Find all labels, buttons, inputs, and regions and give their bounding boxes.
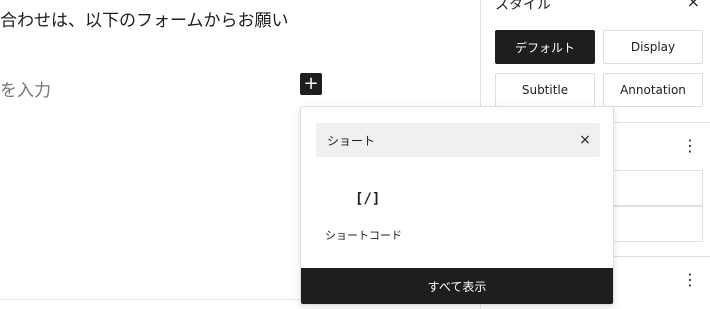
block-result-label: ショートコード	[325, 229, 402, 242]
block-search: ×	[316, 123, 600, 157]
shortcode-icon: [/]	[355, 191, 381, 207]
plus-icon: +	[303, 73, 319, 94]
block-inserter-popover: × [/] ショートコード すべて表示	[300, 106, 614, 305]
paragraph-block[interactable]: 合わせは、以下のフォームからお願い	[0, 6, 289, 31]
block-inserter-button[interactable]: +	[300, 73, 322, 95]
more-vertical-icon[interactable]: ⋮	[682, 272, 698, 288]
style-display-button[interactable]: Display	[603, 30, 703, 64]
close-icon[interactable]: ×	[570, 123, 600, 157]
more-vertical-icon[interactable]: ⋮	[682, 138, 698, 154]
browse-all-button[interactable]: すべて表示	[301, 268, 613, 304]
style-default-button[interactable]: デフォルト	[495, 30, 595, 64]
block-result-shortcode[interactable]: [/] ショートコード	[313, 179, 423, 253]
style-subtitle-button[interactable]: Subtitle	[495, 73, 595, 107]
styles-panel-title: スタイル	[495, 0, 551, 13]
block-search-input[interactable]	[316, 123, 570, 157]
close-icon[interactable]: ×	[687, 0, 700, 11]
empty-paragraph-placeholder[interactable]: を入力	[0, 76, 51, 101]
style-annotation-button[interactable]: Annotation	[603, 73, 703, 107]
